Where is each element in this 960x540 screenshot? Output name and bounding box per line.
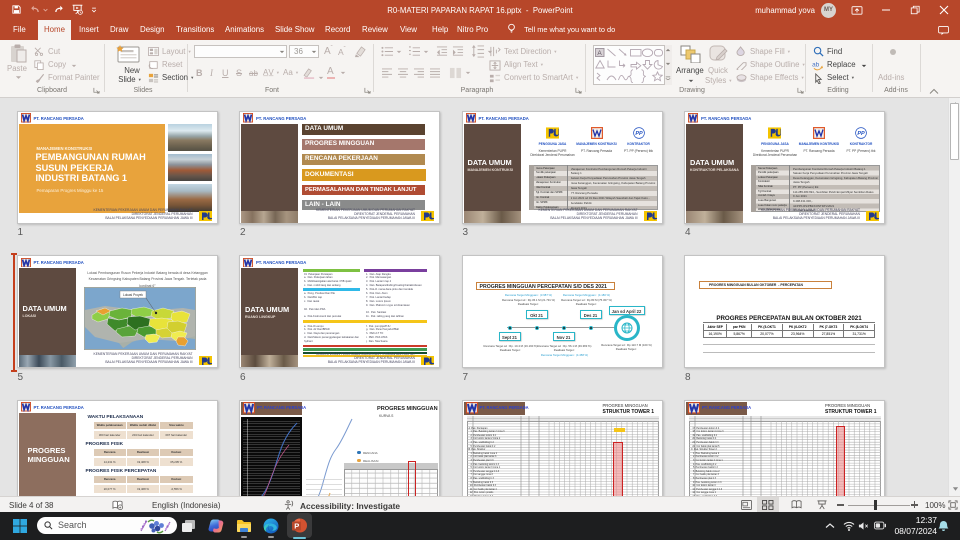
svg-text:PP: PP	[635, 131, 643, 137]
svg-text:A: A	[597, 50, 602, 57]
svg-text:Lokasi Proyek: Lokasi Proyek	[123, 293, 143, 297]
svg-text:ab: ab	[812, 61, 820, 68]
svg-text:PP: PP	[857, 131, 865, 137]
svg-text:P: P	[294, 522, 299, 531]
